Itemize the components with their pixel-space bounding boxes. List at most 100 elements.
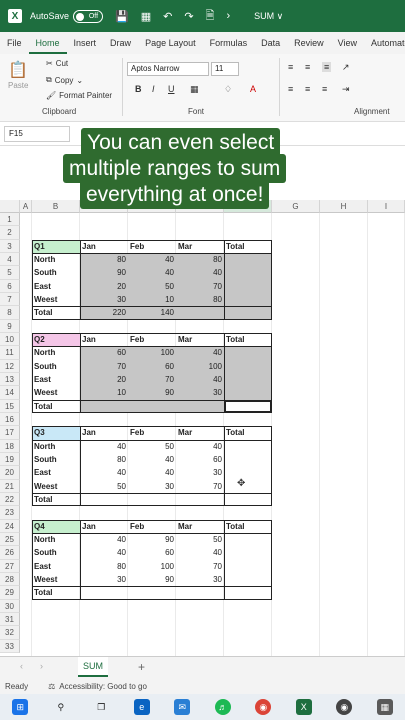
value-cell[interactable]: 40: [176, 546, 224, 559]
column-label-total[interactable]: Total: [224, 520, 272, 533]
value-cell[interactable]: 40: [128, 466, 176, 479]
undo-icon[interactable]: ↶: [163, 10, 172, 23]
total-cell[interactable]: [176, 306, 224, 319]
underline-button[interactable]: U: [168, 84, 175, 94]
region-label[interactable]: Weest: [32, 293, 80, 306]
total-cell[interactable]: [176, 400, 224, 413]
row-header[interactable]: 25: [0, 532, 20, 547]
value-cell[interactable]: 70: [176, 560, 224, 573]
value-cell[interactable]: 50: [80, 480, 128, 493]
row-header[interactable]: 30: [0, 599, 20, 613]
region-label[interactable]: East: [32, 560, 80, 573]
search-icon[interactable]: ⚲: [53, 699, 69, 715]
format-painter-button[interactable]: 🖌 Format Painter: [46, 91, 112, 100]
borders-icon[interactable]: ▦: [190, 84, 199, 95]
align-left-icon[interactable]: ≡: [288, 84, 293, 94]
row-header[interactable]: 26: [0, 546, 20, 560]
value-cell[interactable]: 80: [80, 253, 128, 266]
prev-sheet-icon[interactable]: ‹: [20, 661, 23, 671]
total-cell[interactable]: 220: [80, 306, 128, 319]
row-header[interactable]: 15: [0, 399, 20, 413]
column-label-total[interactable]: Total: [224, 426, 272, 439]
grid-icon[interactable]: ▦: [141, 10, 151, 23]
tab-draw[interactable]: Draw: [103, 32, 138, 54]
value-cell[interactable]: 80: [176, 253, 224, 266]
total-cell[interactable]: [176, 493, 224, 506]
italic-button[interactable]: I: [152, 84, 155, 94]
region-label[interactable]: South: [32, 360, 80, 373]
value-cell[interactable]: 20: [80, 373, 128, 386]
value-cell[interactable]: 40: [80, 546, 128, 559]
total-label[interactable]: Total: [32, 493, 80, 506]
row-header[interactable]: 3: [0, 239, 20, 253]
bold-button[interactable]: B: [135, 84, 142, 94]
total-label[interactable]: Total: [32, 306, 80, 319]
column-label-jan[interactable]: Jan: [80, 240, 128, 253]
row-header[interactable]: 6: [0, 279, 20, 293]
indent-icon[interactable]: ⇥: [342, 84, 350, 95]
value-cell[interactable]: 70: [128, 373, 176, 386]
tab-insert[interactable]: Insert: [67, 32, 104, 54]
excel-taskbar-icon[interactable]: X: [295, 699, 312, 715]
region-label[interactable]: East: [32, 466, 80, 479]
tab-view[interactable]: View: [331, 32, 364, 54]
row-header[interactable]: 11: [0, 346, 20, 360]
row-header[interactable]: 27: [0, 559, 20, 573]
region-label[interactable]: East: [32, 373, 80, 386]
value-cell[interactable]: 60: [128, 546, 176, 559]
total-cell[interactable]: [176, 586, 224, 599]
tab-automate[interactable]: Automate: [364, 32, 405, 54]
cut-button[interactable]: ✂ Cut: [46, 59, 68, 68]
value-cell[interactable]: 30: [176, 386, 224, 399]
total-cell[interactable]: [128, 586, 176, 599]
column-header-a[interactable]: A: [20, 200, 32, 213]
column-label-total[interactable]: Total: [224, 240, 272, 253]
total-cell[interactable]: [80, 586, 128, 599]
value-cell[interactable]: 10: [80, 386, 128, 399]
column-label-jan[interactable]: Jan: [80, 333, 128, 346]
align-top-icon[interactable]: ≡: [288, 62, 293, 72]
more-icon[interactable]: ›: [226, 10, 230, 22]
region-label[interactable]: North: [32, 253, 80, 266]
column-label-mar[interactable]: Mar: [176, 333, 224, 346]
row-header[interactable]: 21: [0, 479, 20, 493]
value-cell[interactable]: 100: [128, 346, 176, 359]
region-label[interactable]: North: [32, 440, 80, 453]
region-label[interactable]: Weest: [32, 480, 80, 493]
add-sheet-button[interactable]: +: [138, 660, 145, 674]
value-cell[interactable]: 40: [176, 373, 224, 386]
column-label-mar[interactable]: Mar: [176, 240, 224, 253]
copy-button[interactable]: ⧉ Copy ⌄: [46, 75, 83, 85]
next-sheet-icon[interactable]: ›: [40, 661, 43, 671]
region-label[interactable]: Weest: [32, 386, 80, 399]
value-cell[interactable]: 30: [176, 466, 224, 479]
tab-formulas[interactable]: Formulas: [203, 32, 255, 54]
save-icon[interactable]: 💾: [115, 10, 129, 23]
paste-button[interactable]: 📋 Paste: [8, 60, 28, 90]
total-label[interactable]: Total: [32, 400, 80, 413]
row-header[interactable]: 8: [0, 306, 20, 320]
region-label[interactable]: Weest: [32, 573, 80, 586]
row-header[interactable]: 9: [0, 319, 20, 333]
windows-start-icon[interactable]: ⊞: [12, 699, 29, 715]
row-header[interactable]: 28: [0, 572, 20, 587]
total-cell[interactable]: 140: [128, 306, 176, 319]
row-header[interactable]: 20: [0, 466, 20, 480]
row-header[interactable]: 17: [0, 426, 20, 440]
row-header[interactable]: 10: [0, 332, 20, 347]
row-header[interactable]: 14: [0, 386, 20, 400]
region-label[interactable]: South: [32, 266, 80, 279]
row-header[interactable]: 1: [0, 213, 20, 227]
orientation-icon[interactable]: ↗: [342, 62, 350, 73]
value-cell[interactable]: 40: [176, 266, 224, 279]
total-cell[interactable]: [128, 400, 176, 413]
region-label[interactable]: East: [32, 280, 80, 293]
font-size-box[interactable]: 11: [211, 62, 239, 76]
value-cell[interactable]: 30: [128, 480, 176, 493]
column-label-feb[interactable]: Feb: [128, 240, 176, 253]
row-header[interactable]: 32: [0, 626, 20, 640]
align-right-icon[interactable]: ≡: [322, 84, 327, 94]
select-all-corner[interactable]: [0, 200, 20, 213]
row-header[interactable]: 22: [0, 492, 20, 507]
quarter-label[interactable]: Q4: [32, 520, 80, 533]
